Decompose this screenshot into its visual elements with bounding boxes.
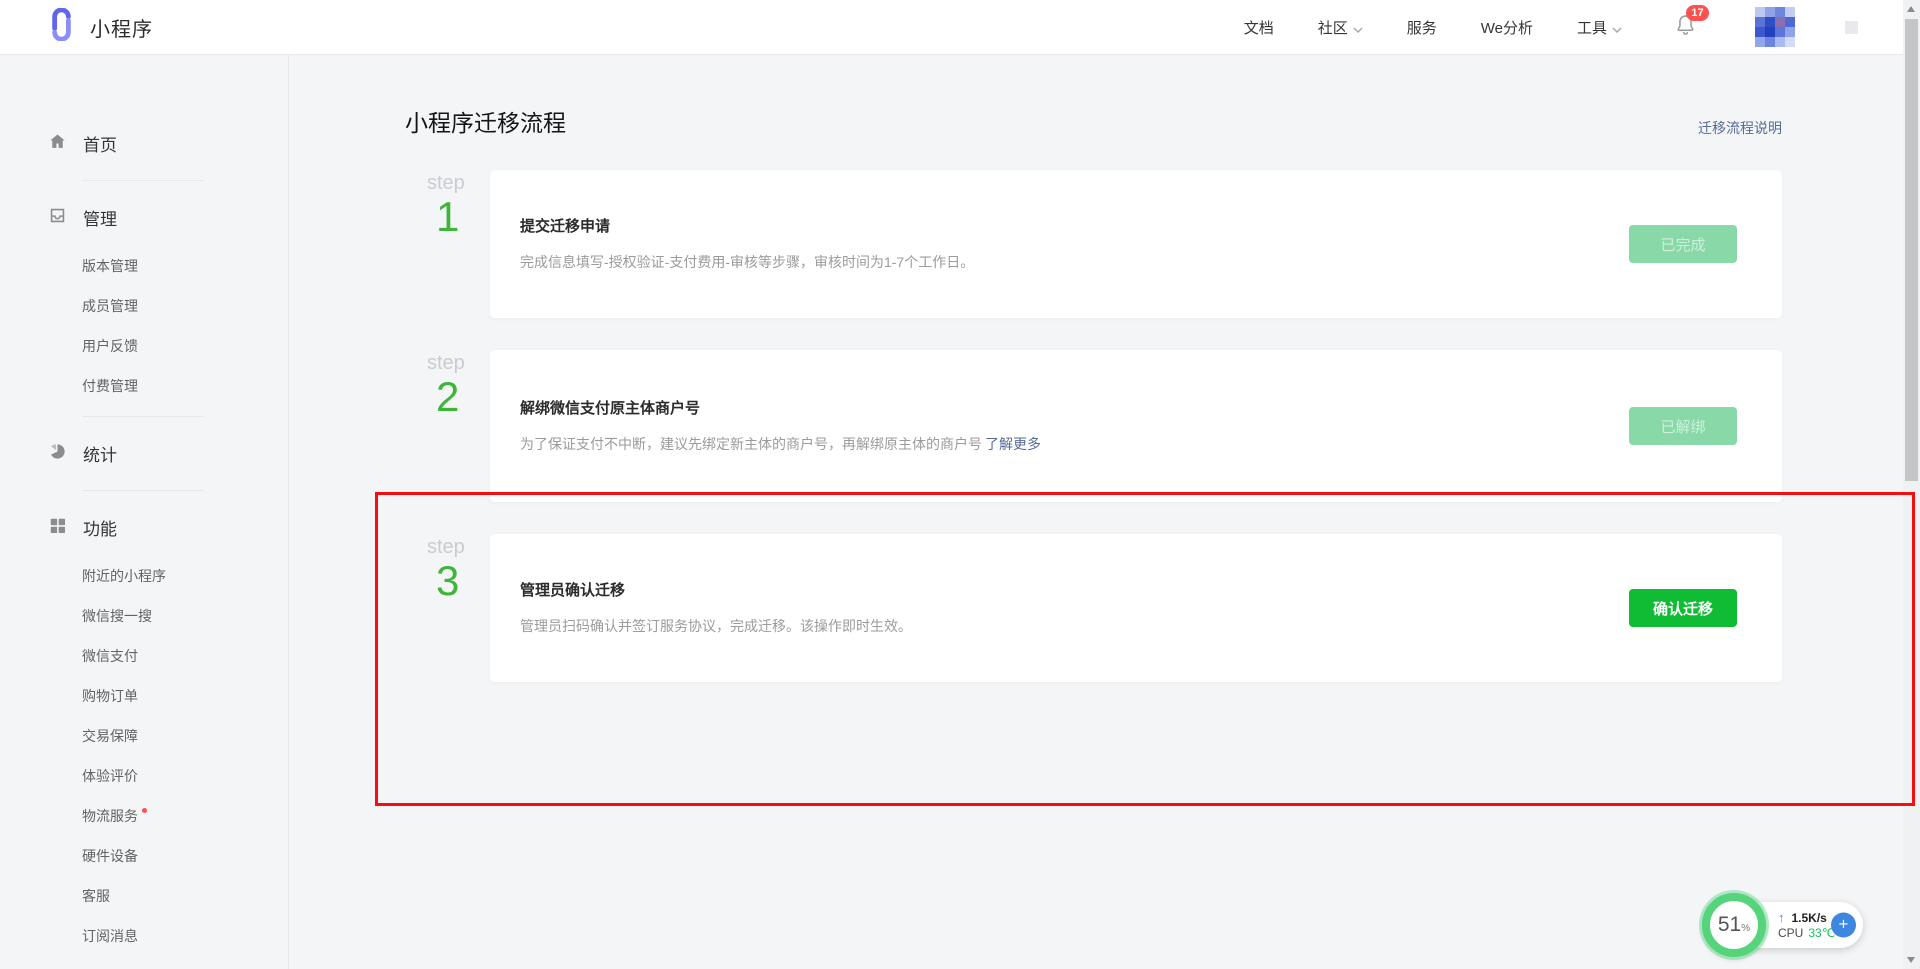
nav-item-label: We分析 [1481, 17, 1533, 38]
step-word: step [427, 352, 490, 375]
sidebar-item-hardware-devices[interactable]: 硬件设备 [0, 836, 288, 876]
migration-step-1: step 1 提交迁移申请 完成信息填写-授权验证-支付费用-审核等步骤，审核时… [405, 170, 1782, 318]
memory-percent-value: 51 [1718, 913, 1741, 937]
sidebar-item-version-manage[interactable]: 版本管理 [0, 246, 288, 286]
pie-chart-icon [48, 442, 67, 466]
nav-item-tools[interactable]: 工具 [1577, 17, 1622, 38]
nav-item-label: 文档 [1244, 17, 1274, 38]
nav-item-services[interactable]: 服务 [1407, 17, 1437, 38]
step-number: 2 [436, 375, 490, 419]
sidebar-sublist-manage: 版本管理 成员管理 用户反馈 付费管理 [0, 246, 288, 406]
step-word: step [427, 172, 490, 195]
chevron-down-icon [1353, 20, 1363, 37]
grid-icon [48, 516, 67, 540]
sidebar-item-label: 功能 [83, 515, 117, 540]
step-description: 管理员扫码确认并签订服务协议，完成迁移。该操作即时生效。 [520, 617, 1599, 637]
vertical-scrollbar[interactable] [1903, 0, 1920, 969]
sidebar-item-payment-manage[interactable]: 付费管理 [0, 366, 288, 406]
miniprogram-logo-icon [45, 8, 78, 46]
sidebar-item-wechat-search[interactable]: 微信搜一搜 [0, 596, 288, 636]
avatar-blur-fragment [1845, 21, 1858, 34]
sidebar-item-logistics-service[interactable]: 物流服务 [0, 796, 288, 836]
step-description: 完成信息填写-授权验证-支付费用-审核等步骤，审核时间为1-7个工作日。 [520, 253, 1599, 273]
scrollbar-down-arrow[interactable] [1907, 957, 1915, 963]
cpu-label: CPU [1778, 926, 1803, 940]
step-card: 解绑微信支付原主体商户号 为了保证支付不中断，建议先绑定新主体的商户号，再解绑原… [490, 350, 1782, 502]
sidebar-item-wechat-pay[interactable]: 微信支付 [0, 636, 288, 676]
confirm-migration-button[interactable]: 确认迁移 [1629, 589, 1737, 627]
step-description-text: 为了保证支付不中断，建议先绑定新主体的商户号，再解绑原主体的商户号 [520, 436, 982, 452]
nav-item-label: 工具 [1577, 17, 1607, 38]
step-number: 3 [436, 559, 490, 603]
sidebar-item-features[interactable]: 功能 [0, 501, 288, 554]
learn-more-link[interactable]: 了解更多 [985, 436, 1041, 452]
monitor-plus-button[interactable]: + [1831, 913, 1856, 938]
sidebar: 首页 管理 版本管理 成员管理 用户反馈 付费管理 统计 [0, 55, 289, 969]
sidebar-item-label: 物流服务 [82, 808, 138, 824]
sidebar-item-customer-service[interactable]: 客服 [0, 876, 288, 916]
main-content: 小程序迁移流程 迁移流程说明 step 1 提交迁移申请 完成信息填写-授权验证… [289, 55, 1920, 969]
sidebar-item-statistics[interactable]: 统计 [0, 427, 288, 480]
sidebar-item-home[interactable]: 首页 [0, 117, 288, 170]
step-description: 为了保证支付不中断，建议先绑定新主体的商户号，再解绑原主体的商户号了解更多 [520, 435, 1599, 455]
percent-sign: % [1741, 923, 1750, 934]
logo-text: 小程序 [90, 13, 153, 42]
migration-step-3: step 3 管理员确认迁移 管理员扫码确认并签订服务协议，完成迁移。该操作即时… [405, 534, 1782, 682]
sidebar-item-subscribe-messages[interactable]: 订阅消息 [0, 916, 288, 956]
network-speed: 1.5K/s [1792, 911, 1827, 925]
step-title: 提交迁移申请 [520, 215, 1599, 236]
sidebar-sublist-features: 附近的小程序 微信搜一搜 微信支付 购物订单 交易保障 体验评价 物流服务 硬件… [0, 556, 288, 956]
step-word: step [427, 536, 490, 559]
new-feature-dot [142, 808, 147, 813]
step-title: 管理员确认迁移 [520, 579, 1599, 600]
sidebar-item-experience-rating[interactable]: 体验评价 [0, 756, 288, 796]
nav-item-label: 社区 [1318, 17, 1348, 38]
step-number: 1 [436, 195, 490, 239]
sidebar-item-label: 首页 [83, 131, 117, 156]
sidebar-divider [82, 490, 204, 491]
nav-item-community[interactable]: 社区 [1318, 17, 1363, 38]
sidebar-item-user-feedback[interactable]: 用户反馈 [0, 326, 288, 366]
nav-item-we-analysis[interactable]: We分析 [1481, 17, 1533, 38]
migration-step-2: step 2 解绑微信支付原主体商户号 为了保证支付不中断，建议先绑定新主体的商… [405, 350, 1782, 502]
scrollbar-up-arrow[interactable] [1907, 6, 1915, 12]
sidebar-item-member-manage[interactable]: 成员管理 [0, 286, 288, 326]
nav-item-docs[interactable]: 文档 [1244, 17, 1274, 38]
sidebar-item-label: 统计 [83, 441, 117, 466]
step-card: 管理员确认迁移 管理员扫码确认并签订服务协议，完成迁移。该操作即时生效。 确认迁… [490, 534, 1782, 682]
top-navigation: 文档 社区 服务 We分析 工具 17 [1244, 7, 1858, 47]
step1-completed-button[interactable]: 已完成 [1629, 225, 1737, 263]
sidebar-divider [82, 180, 204, 181]
system-monitor-widget: ↑ 1.5K/s CPU 33℃ + 51 % [1702, 893, 1863, 957]
sidebar-divider [82, 416, 204, 417]
home-icon [48, 132, 67, 156]
notification-badge: 17 [1686, 5, 1709, 21]
sidebar-item-nearby-miniprograms[interactable]: 附近的小程序 [0, 556, 288, 596]
sidebar-item-manage[interactable]: 管理 [0, 191, 288, 244]
sidebar-item-transaction-guarantee[interactable]: 交易保障 [0, 716, 288, 756]
miniprogram-logo[interactable]: 小程序 [45, 8, 153, 46]
tray-icon [48, 206, 67, 230]
nav-item-label: 服务 [1407, 17, 1437, 38]
scrollbar-thumb[interactable] [1905, 19, 1918, 481]
memory-percent-ball[interactable]: 51 % [1702, 893, 1766, 957]
upload-arrow-icon: ↑ [1778, 910, 1785, 925]
sidebar-item-label: 管理 [83, 205, 117, 230]
step-card: 提交迁移申请 完成信息填写-授权验证-支付费用-审核等步骤，审核时间为1-7个工… [490, 170, 1782, 318]
sidebar-item-shopping-orders[interactable]: 购物订单 [0, 676, 288, 716]
step-title: 解绑微信支付原主体商户号 [520, 397, 1599, 418]
notification-bell-icon[interactable]: 17 [1674, 13, 1697, 41]
chevron-down-icon [1612, 20, 1622, 37]
page-title: 小程序迁移流程 [405, 104, 566, 138]
avatar[interactable] [1755, 7, 1795, 47]
top-header: 小程序 文档 社区 服务 We分析 工具 17 [0, 0, 1920, 55]
migration-help-link[interactable]: 迁移流程说明 [1698, 118, 1782, 138]
step2-unbound-button[interactable]: 已解绑 [1629, 407, 1737, 445]
